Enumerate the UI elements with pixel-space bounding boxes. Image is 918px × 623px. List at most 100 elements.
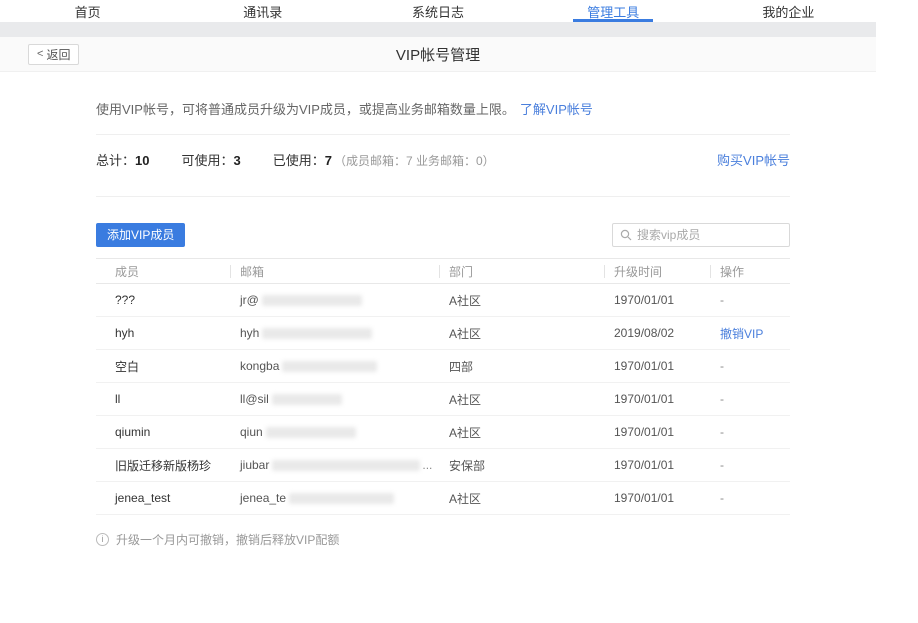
search-icon xyxy=(620,229,632,241)
nav-cell: 我的企业 xyxy=(701,0,876,22)
member-department: A社区 xyxy=(439,317,604,350)
column-header: 部门 xyxy=(439,259,604,284)
nav-tab-admin-tools[interactable]: 管理工具 xyxy=(573,0,653,22)
nav-divider-strip xyxy=(0,22,876,37)
member-email: qiun xyxy=(230,416,439,449)
redacted-email-blur xyxy=(262,328,372,339)
table-row: llll@silA社区1970/01/01- xyxy=(96,383,790,416)
table-body: ???jr@A社区1970/01/01-hyhhyhA社区2019/08/02撤… xyxy=(96,284,790,515)
main-content: 使用VIP帐号，可将普通成员升级为VIP成员，或提高业务邮箱数量上限。了解VIP… xyxy=(96,72,790,548)
search-input[interactable] xyxy=(637,228,789,242)
member-name: 空白 xyxy=(96,350,230,383)
back-button-label: 返回 xyxy=(46,49,70,61)
learn-vip-link[interactable]: 了解VIP帐号 xyxy=(520,102,593,117)
redacted-email-blur xyxy=(282,361,377,372)
table-row: ???jr@A社区1970/01/01- xyxy=(96,284,790,317)
action-cell: - xyxy=(710,383,790,416)
chevron-left-icon: < xyxy=(37,49,43,60)
redacted-email-blur xyxy=(272,394,342,405)
search-box xyxy=(612,223,790,247)
table-row: qiumin qiun A社区1970/01/01- xyxy=(96,416,790,449)
table-row: hyhhyhA社区2019/08/02撤销VIP xyxy=(96,317,790,350)
stat-available: 可使用：3 xyxy=(181,153,240,169)
email-visible-prefix: kongba xyxy=(240,359,279,373)
stat-used-label: 已使用： xyxy=(273,153,325,168)
member-name: ll xyxy=(96,383,230,416)
quota-stats-bar: 总计：10 可使用：3 已使用：7（成员邮箱：7 业务邮箱：0） 购买VIP帐号 xyxy=(96,153,790,169)
member-email: hyh xyxy=(230,317,439,350)
action-cell: - xyxy=(710,449,790,482)
column-header: 升级时间 xyxy=(604,259,710,284)
stat-used: 已使用：7（成员邮箱：7 业务邮箱：0） xyxy=(273,153,495,169)
redacted-email-blur xyxy=(272,460,420,471)
email-visible-prefix: jiubar xyxy=(240,458,269,472)
member-name: 旧版迁移新版杨珍 xyxy=(96,449,230,482)
action-cell: - xyxy=(710,416,790,449)
footer-note: i 升级一个月内可撤销，撤销后释放VIP配额 xyxy=(96,531,790,548)
member-department: A社区 xyxy=(439,482,604,515)
nav-cell: 系统日志 xyxy=(350,0,525,22)
back-button[interactable]: < 返回 xyxy=(28,44,79,65)
stat-total: 总计：10 xyxy=(96,153,149,169)
stat-available-value: 3 xyxy=(234,153,241,168)
intro-text: 使用VIP帐号，可将普通成员升级为VIP成员，或提高业务邮箱数量上限。 xyxy=(96,102,515,117)
email-visible-prefix: jenea_te xyxy=(240,491,286,505)
upgrade-time: 2019/08/02 xyxy=(604,317,710,350)
upgrade-time: 1970/01/01 xyxy=(604,416,710,449)
upgrade-time: 1970/01/01 xyxy=(604,482,710,515)
email-visible-prefix: qiun xyxy=(240,425,263,439)
member-department: 安保部 xyxy=(439,449,604,482)
member-name: ??? xyxy=(96,284,230,317)
app-window: 首页 通讯录 系统日志 管理工具 我的企业 < 返回 VIP帐号管理 使用VIP帐号，可… xyxy=(0,0,876,548)
stat-used-detail: （成员邮箱：7 业务邮箱：0） xyxy=(334,154,495,168)
upgrade-time: 1970/01/01 xyxy=(604,383,710,416)
nav-tab-home[interactable]: 首页 xyxy=(61,0,115,22)
redacted-email-blur xyxy=(289,493,394,504)
table-row: jenea_testjenea_teA社区1970/01/01- xyxy=(96,482,790,515)
add-vip-member-button[interactable]: 添加VIP成员 xyxy=(96,223,185,247)
no-action-dash: - xyxy=(720,458,724,472)
column-header: 成员 xyxy=(96,259,230,284)
nav-cell: 首页 xyxy=(0,0,175,22)
member-email: jenea_te xyxy=(230,482,439,515)
stat-total-label: 总计： xyxy=(96,153,135,168)
revoke-vip-link[interactable]: 撤销VIP xyxy=(720,327,763,341)
redacted-email-blur xyxy=(262,295,362,306)
member-email: jr@ xyxy=(230,284,439,317)
email-visible-prefix: hyh xyxy=(240,326,259,340)
action-cell: - xyxy=(710,350,790,383)
nav-tab-my-company[interactable]: 我的企业 xyxy=(748,0,828,22)
column-header: 操作 xyxy=(710,259,790,284)
action-cell: - xyxy=(710,482,790,515)
page-header: < 返回 VIP帐号管理 xyxy=(0,37,876,72)
upgrade-time: 1970/01/01 xyxy=(604,350,710,383)
vip-members-table: 成员邮箱部门升级时间操作 ???jr@A社区1970/01/01-hyhhyhA… xyxy=(96,258,790,515)
table-header-row: 成员邮箱部门升级时间操作 xyxy=(96,259,790,284)
no-action-dash: - xyxy=(720,392,724,406)
nav-tab-contacts[interactable]: 通讯录 xyxy=(229,0,296,22)
upgrade-time: 1970/01/01 xyxy=(604,284,710,317)
section-divider xyxy=(96,196,790,197)
stat-available-label: 可使用： xyxy=(181,153,233,168)
nav-cell: 通讯录 xyxy=(175,0,350,22)
no-action-dash: - xyxy=(720,359,724,373)
stat-used-value: 7 xyxy=(325,153,332,168)
no-action-dash: - xyxy=(720,491,724,505)
member-department: 四部 xyxy=(439,350,604,383)
member-department: A社区 xyxy=(439,416,604,449)
email-ellipsis: ... xyxy=(422,458,432,472)
page-title: VIP帐号管理 xyxy=(0,44,876,65)
nav-tab-system-log[interactable]: 系统日志 xyxy=(398,0,478,22)
buy-vip-link[interactable]: 购买VIP帐号 xyxy=(717,153,790,169)
member-name: qiumin xyxy=(96,416,230,449)
member-email: jiubar... xyxy=(230,449,439,482)
member-email: kongba xyxy=(230,350,439,383)
no-action-dash: - xyxy=(720,425,724,439)
table-row: 旧版迁移新版杨珍jiubar...安保部1970/01/01- xyxy=(96,449,790,482)
email-visible-prefix: ll@sil xyxy=(240,392,269,406)
action-cell: 撤销VIP xyxy=(710,317,790,350)
section-divider xyxy=(96,134,790,135)
no-action-dash: - xyxy=(720,293,724,307)
redacted-email-blur xyxy=(266,427,356,438)
member-department: A社区 xyxy=(439,284,604,317)
